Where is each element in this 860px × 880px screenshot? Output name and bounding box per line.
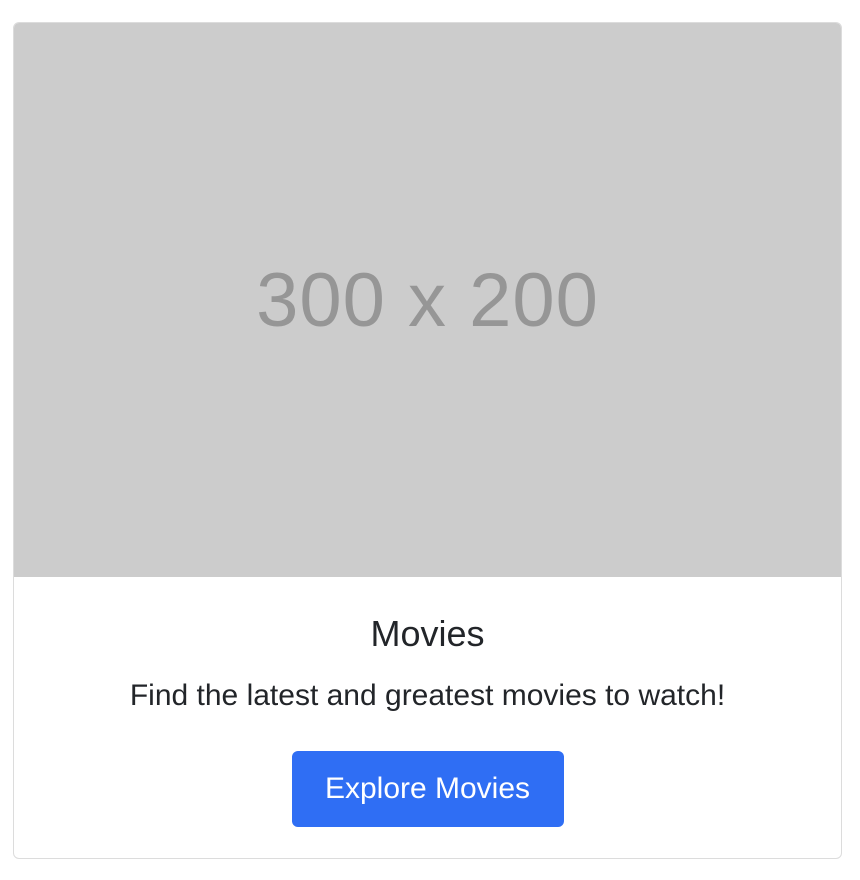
image-placeholder-label: 300 x 200 [256, 257, 599, 343]
explore-movies-button[interactable]: Explore Movies [291, 751, 564, 827]
movies-card: 300 x 200 Movies Find the latest and gre… [13, 22, 842, 859]
card-image-placeholder: 300 x 200 [14, 23, 841, 577]
card-body: Movies Find the latest and greatest movi… [14, 577, 841, 827]
card-description: Find the latest and greatest movies to w… [129, 679, 726, 712]
card-title: Movies [370, 613, 485, 654]
